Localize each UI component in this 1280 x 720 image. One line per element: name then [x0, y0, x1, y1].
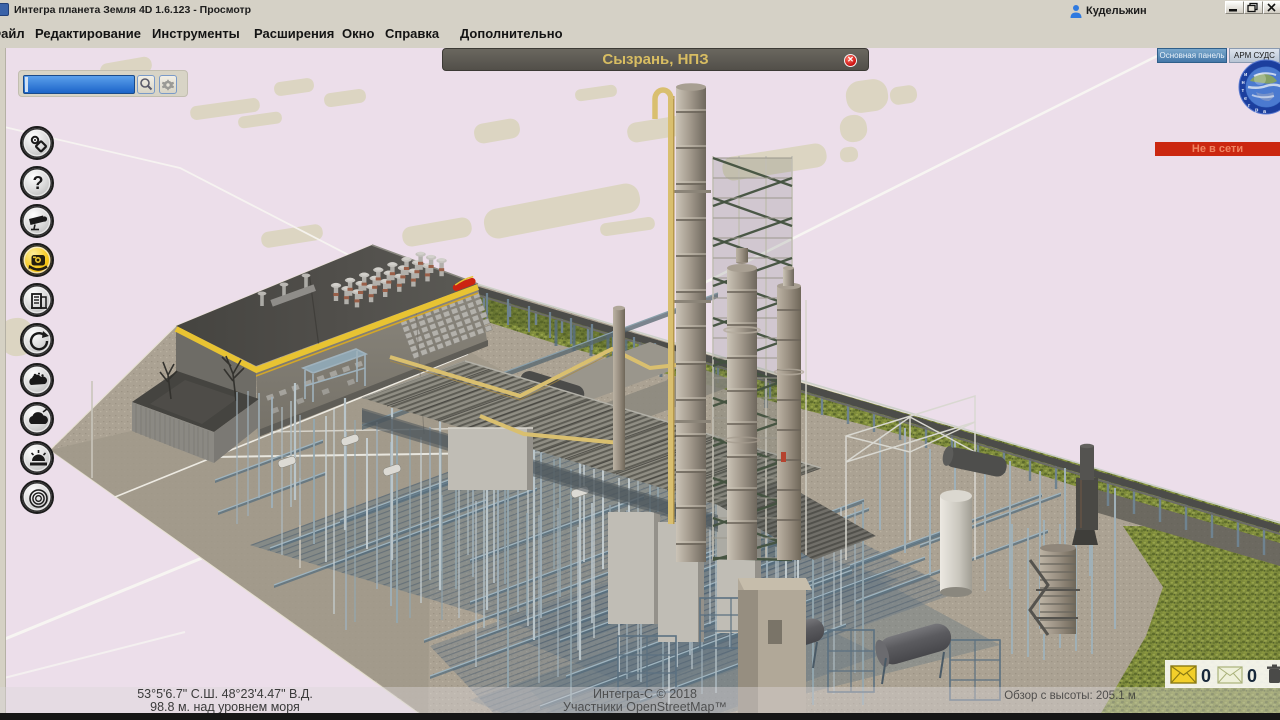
svg-text:е: е — [1244, 96, 1247, 102]
svg-text:и: и — [1244, 72, 1247, 78]
svg-text:0: 0 — [1247, 666, 1257, 686]
svg-text:н: н — [1242, 80, 1245, 86]
svg-text:т: т — [1242, 88, 1245, 94]
svg-text:?: ? — [32, 173, 43, 193]
svg-text:0: 0 — [1201, 666, 1211, 686]
